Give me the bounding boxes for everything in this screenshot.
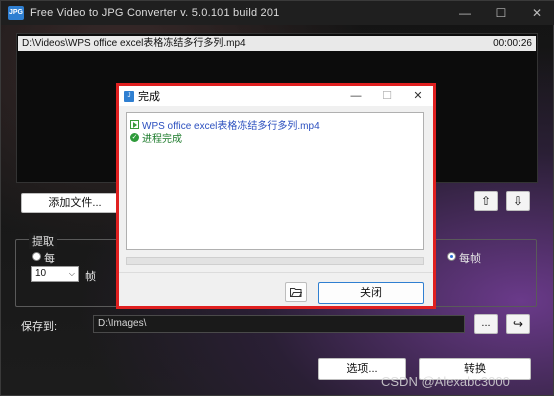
radio-every-n[interactable] <box>32 252 41 261</box>
file-path: D:\Videos\WPS office excel表格冻结多行多列.mp4 <box>22 38 246 49</box>
open-folder-button[interactable] <box>285 282 307 302</box>
radio-every-frame-label: 每帧 <box>459 253 481 265</box>
move-up-button[interactable]: ⇧ <box>474 191 498 211</box>
browse-button[interactable]: ... <box>474 314 498 334</box>
title-bar: JPG Free Video to JPG Converter v. 5.0.1… <box>1 1 554 25</box>
progress-bar <box>126 257 424 265</box>
move-down-button[interactable]: ⇩ <box>506 191 530 211</box>
frame-unit-label: 帧 <box>85 271 96 283</box>
dialog-minimize-button[interactable]: — <box>341 86 371 106</box>
open-output-folder-button[interactable]: ↪ <box>506 314 530 334</box>
completion-dialog: J 完成 — ☐ ✕ WPS office excel表格冻结多行多列.mp4 … <box>116 83 436 309</box>
radio-every-frame[interactable] <box>447 252 456 261</box>
extract-group-label: 提取 <box>29 233 57 249</box>
watermark: CSDN @Alexabc3000 <box>381 374 510 389</box>
dialog-title-bar: J 完成 — ☐ ✕ <box>119 86 433 106</box>
save-to-label: 保存到: <box>21 321 58 333</box>
video-file-icon <box>130 120 139 129</box>
checkmark-icon: ✓ <box>130 133 139 142</box>
dialog-footer: 关闭 <box>119 272 433 306</box>
maximize-button[interactable]: ☐ <box>483 1 519 25</box>
dialog-close-action-button[interactable]: 关闭 <box>318 282 424 304</box>
log-item-status-text: 进程完成 <box>142 134 182 145</box>
file-duration: 00:00:26 <box>493 38 532 49</box>
save-path-field[interactable]: D:\Images\ <box>93 315 465 333</box>
close-button[interactable]: ✕ <box>519 1 554 25</box>
log-item-status: ✓ 进程完成 <box>130 130 182 145</box>
frame-interval-select[interactable]: 10 ⌵ <box>31 266 79 282</box>
folder-open-icon <box>290 286 303 298</box>
dialog-title: 完成 <box>138 91 160 103</box>
chevron-down-icon: ⌵ <box>68 269 75 278</box>
dialog-close-button[interactable]: ✕ <box>403 86 433 106</box>
add-files-button[interactable]: 添加文件... <box>21 193 129 213</box>
minimize-button[interactable]: — <box>447 1 483 25</box>
app-icon: JPG <box>8 6 24 20</box>
log-list: WPS office excel表格冻结多行多列.mp4 ✓ 进程完成 <box>126 112 424 250</box>
file-list-item[interactable]: D:\Videos\WPS office excel表格冻结多行多列.mp4 0… <box>18 36 536 51</box>
radio-every-n-label: 每 <box>44 253 55 265</box>
window-title: Free Video to JPG Converter v. 5.0.101 b… <box>30 7 280 19</box>
dialog-app-icon: J <box>124 90 134 102</box>
dialog-maximize-button: ☐ <box>382 90 392 102</box>
frame-interval-value: 10 <box>35 268 47 279</box>
